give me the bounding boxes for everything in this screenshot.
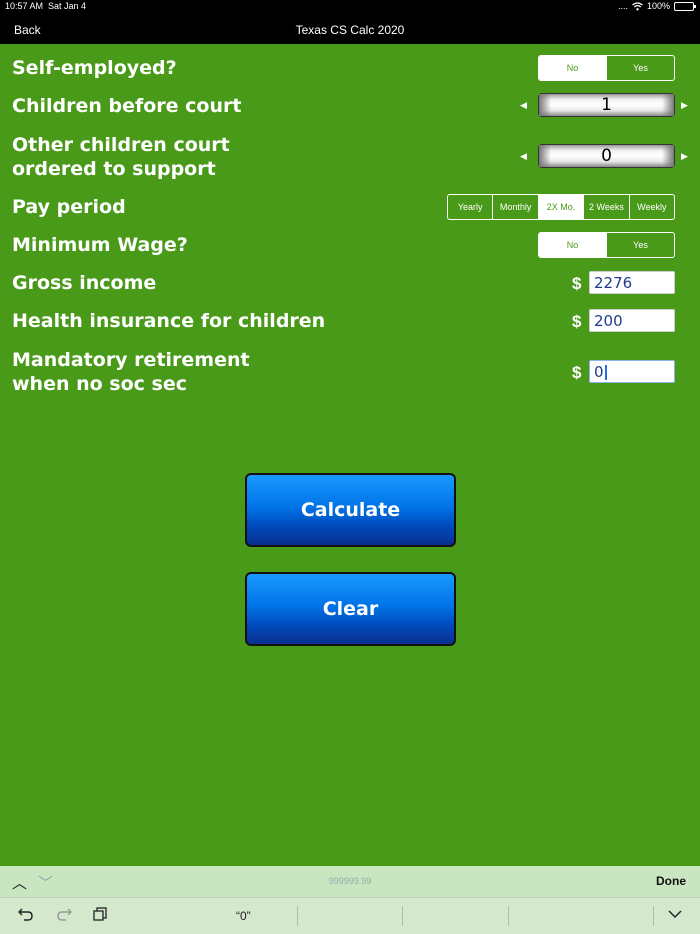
retirement-label: Mandatory retirement when no soc sec xyxy=(12,348,250,396)
health-insurance-field[interactable]: 200 xyxy=(589,309,675,332)
paste-icon[interactable] xyxy=(93,907,107,921)
other-children-label-line2: ordered to support xyxy=(12,158,216,180)
calculate-button[interactable]: Calculate xyxy=(245,473,456,547)
other-children-decrement-arrow-icon[interactable]: ◀ xyxy=(520,151,527,162)
suggestion-divider xyxy=(508,906,509,926)
pay-period-segmented-control: Yearly Monthly 2X Mo. 2 Weeks Weekly xyxy=(447,194,675,220)
health-insurance-currency: $ xyxy=(572,312,582,331)
retirement-field[interactable]: 0 xyxy=(589,360,675,383)
done-button[interactable]: Done xyxy=(656,874,686,888)
pay-period-label: Pay period xyxy=(12,196,126,218)
retirement-label-line1: Mandatory retirement xyxy=(12,349,250,371)
children-before-court-value: 1 xyxy=(601,95,612,115)
keyboard-accessory-bar: ︿ ﹀ 999999.99 Done xyxy=(0,866,700,897)
minimum-wage-yes-option[interactable]: Yes xyxy=(606,233,674,257)
children-before-court-picker[interactable]: 1 xyxy=(538,93,675,117)
undo-icon[interactable] xyxy=(18,907,34,921)
redo-icon[interactable] xyxy=(56,907,72,921)
minimum-wage-no-option[interactable]: No xyxy=(539,233,606,257)
battery-icon xyxy=(674,1,696,11)
retirement-currency: $ xyxy=(572,363,582,382)
status-bar: 10:57 AM Sat Jan 4 .... 100% xyxy=(0,0,700,14)
keyboard-shortcut-bar: “0” xyxy=(0,897,700,934)
page-title: Texas CS Calc 2020 xyxy=(295,23,405,37)
children-decrement-arrow-icon[interactable]: ◀ xyxy=(520,100,527,111)
status-time: 10:57 AM xyxy=(5,1,44,11)
battery-percent: 100% xyxy=(646,1,670,11)
retirement-value: 0 xyxy=(594,363,604,381)
other-children-increment-arrow-icon[interactable]: ▶ xyxy=(681,151,688,162)
cellular-icon: .... xyxy=(617,1,628,11)
status-right: .... 100% xyxy=(617,1,696,11)
pay-period-twice-monthly[interactable]: 2X Mo. xyxy=(537,195,584,219)
gross-income-currency: $ xyxy=(572,274,582,293)
pay-period-weekly[interactable]: Weekly xyxy=(628,195,674,219)
minimum-wage-label: Minimum Wage? xyxy=(12,234,188,256)
dismiss-keyboard-chevron-icon[interactable] xyxy=(668,910,682,919)
gross-income-field[interactable]: 2276 xyxy=(589,271,675,294)
gross-income-label: Gross income xyxy=(12,272,157,294)
health-insurance-label: Health insurance for children xyxy=(12,310,326,332)
other-children-label: Other children court ordered to support xyxy=(12,133,230,181)
pay-period-two-weeks[interactable]: 2 Weeks xyxy=(583,195,628,219)
other-children-label-line1: Other children court xyxy=(12,134,230,156)
gross-income-value: 2276 xyxy=(594,274,633,292)
predictive-suggestion[interactable]: “0” xyxy=(236,909,251,923)
pay-period-yearly[interactable]: Yearly xyxy=(448,195,492,219)
retirement-label-line2: when no soc sec xyxy=(12,373,187,395)
self-employed-yes-option[interactable]: Yes xyxy=(606,56,674,80)
suggestion-divider xyxy=(402,906,403,926)
status-date: Sat Jan 4 xyxy=(48,1,87,11)
toolbar-divider xyxy=(653,906,654,926)
pay-period-monthly[interactable]: Monthly xyxy=(492,195,537,219)
field-hint: 999999.99 xyxy=(328,876,372,886)
children-increment-arrow-icon[interactable]: ▶ xyxy=(681,100,688,111)
health-insurance-value: 200 xyxy=(594,312,623,330)
navigation-bar: Back Texas CS Calc 2020 xyxy=(0,14,700,44)
suggestion-divider xyxy=(297,906,298,926)
other-children-value: 0 xyxy=(601,146,612,166)
wifi-icon xyxy=(632,1,643,10)
self-employed-toggle: No Yes xyxy=(538,55,675,81)
text-cursor xyxy=(604,365,607,380)
self-employed-no-option[interactable]: No xyxy=(539,56,606,80)
other-children-picker[interactable]: 0 xyxy=(538,144,675,168)
self-employed-label: Self-employed? xyxy=(12,57,177,79)
children-before-court-label: Children before court xyxy=(12,95,242,117)
minimum-wage-toggle: No Yes xyxy=(538,232,675,258)
clear-button[interactable]: Clear xyxy=(245,572,456,646)
